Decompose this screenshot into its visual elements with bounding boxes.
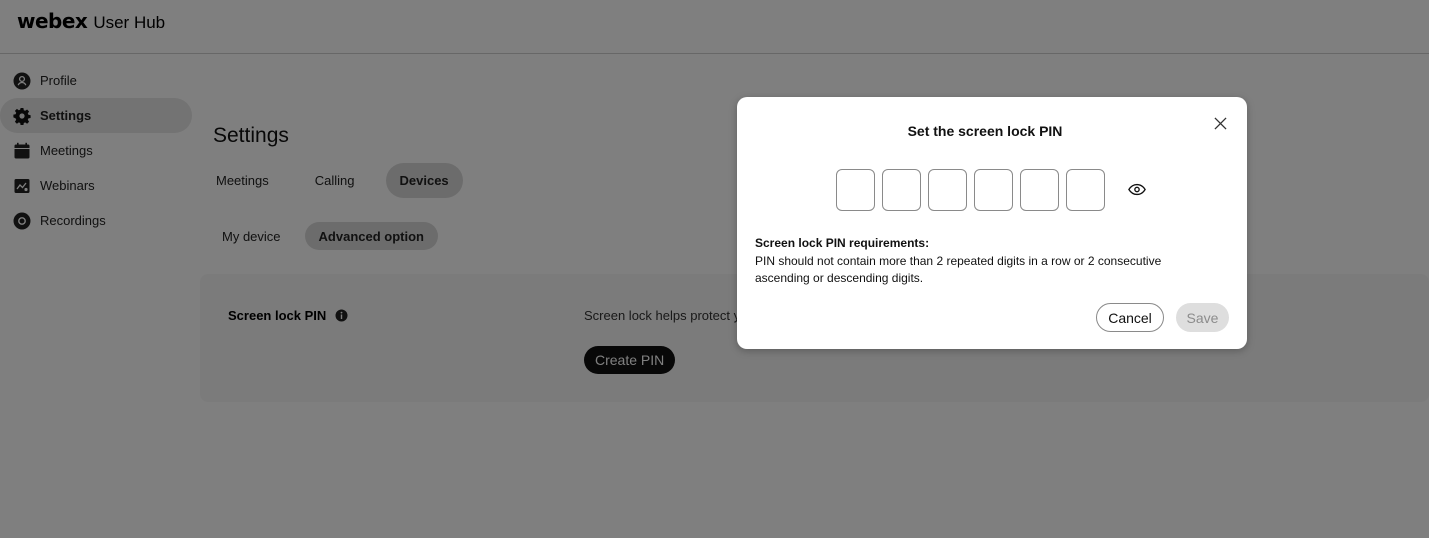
pin-digit-1[interactable] — [836, 169, 875, 211]
pin-digit-2[interactable] — [882, 169, 921, 211]
close-icon[interactable] — [1211, 114, 1229, 132]
requirements-text: PIN should not contain more than 2 repea… — [755, 254, 1162, 285]
pin-digit-3[interactable] — [928, 169, 967, 211]
pin-digit-5[interactable] — [1020, 169, 1059, 211]
cancel-button[interactable]: Cancel — [1096, 303, 1164, 332]
requirements-title: Screen lock PIN requirements: — [755, 236, 930, 250]
pin-digit-6[interactable] — [1066, 169, 1105, 211]
pin-input-group — [836, 169, 1105, 211]
save-button[interactable]: Save — [1176, 303, 1229, 332]
set-pin-dialog: Set the screen lock PIN Screen lock PIN … — [737, 97, 1247, 349]
pin-digit-4[interactable] — [974, 169, 1013, 211]
dialog-title: Set the screen lock PIN — [907, 123, 1063, 139]
show-pin-eye-icon[interactable] — [1127, 181, 1146, 197]
